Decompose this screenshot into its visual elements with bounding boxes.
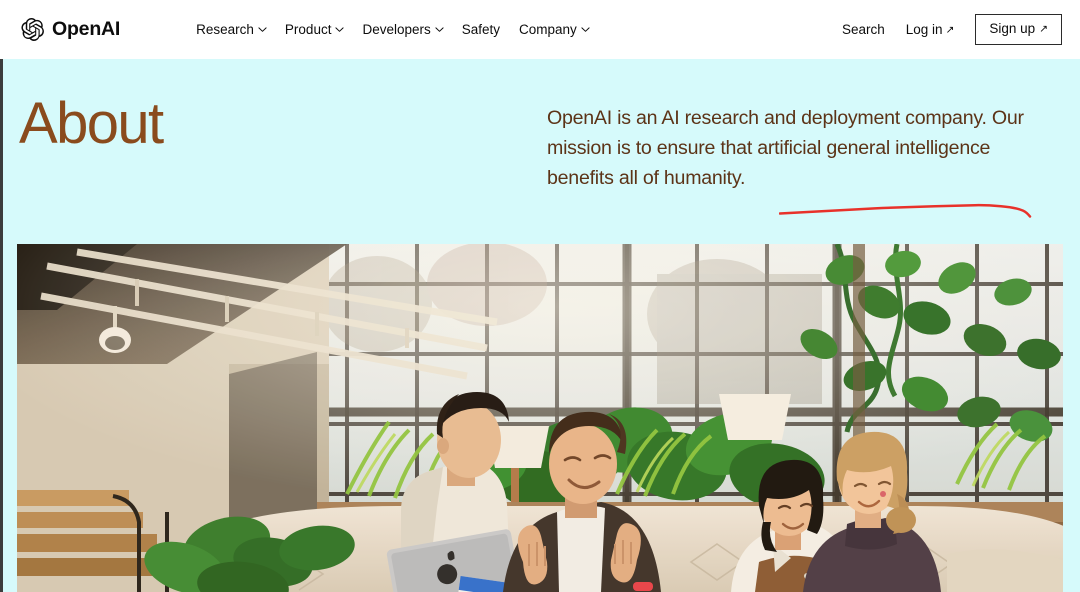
nav-item-company-label: Company: [519, 21, 577, 37]
signup-label: Sign up: [989, 21, 1036, 37]
office-lounge-photo: [17, 244, 1063, 592]
chevron-down-icon: [258, 25, 267, 33]
primary-nav-links: Research Product Developers Safety Compa…: [196, 21, 590, 37]
page-scrollbar[interactable]: [0, 59, 3, 592]
chevron-down-icon: [335, 25, 345, 33]
mission-statement: OpenAI is an AI research and deployment …: [547, 95, 1052, 194]
signup-button[interactable]: Sign up ↗: [975, 14, 1062, 45]
arrow-up-right-icon: ↗: [1039, 23, 1048, 36]
hero-photo: [17, 244, 1063, 592]
openai-logo-home-link[interactable]: OpenAI: [20, 17, 120, 42]
hero-section: About OpenAI is an AI research and deplo…: [0, 59, 1080, 244]
nav-item-developers-label: Developers: [362, 21, 431, 37]
nav-item-product-label: Product: [284, 21, 332, 37]
nav-item-research-label: Research: [196, 21, 254, 37]
search-label: Search: [842, 21, 885, 37]
nav-actions: Search Log in ↗ Sign up ↗: [842, 14, 1062, 45]
chevron-down-icon: [581, 25, 590, 33]
chevron-down-icon: [435, 25, 444, 33]
login-label: Log in: [905, 21, 943, 37]
search-button[interactable]: Search: [842, 23, 885, 37]
mission-text-after: benefits all of humanity.: [547, 167, 746, 190]
nav-item-developers[interactable]: Developers: [362, 21, 444, 37]
arrow-up-right-icon: ↗: [945, 23, 955, 36]
login-link[interactable]: Log in ↗: [906, 23, 955, 37]
nav-item-company[interactable]: Company: [519, 21, 590, 37]
nav-item-research[interactable]: Research: [196, 21, 267, 37]
brand-name: OpenAI: [52, 18, 121, 40]
mission-highlight: artificial general intelligence: [757, 137, 991, 160]
nav-item-product[interactable]: Product: [284, 21, 345, 37]
page-title: About: [19, 91, 164, 156]
nav-item-safety[interactable]: Safety: [462, 23, 500, 37]
openai-blossom-icon: [20, 17, 45, 42]
top-navigation-bar: OpenAI Research Product Developers Safet…: [0, 0, 1080, 59]
nav-item-safety-label: Safety: [461, 21, 501, 37]
